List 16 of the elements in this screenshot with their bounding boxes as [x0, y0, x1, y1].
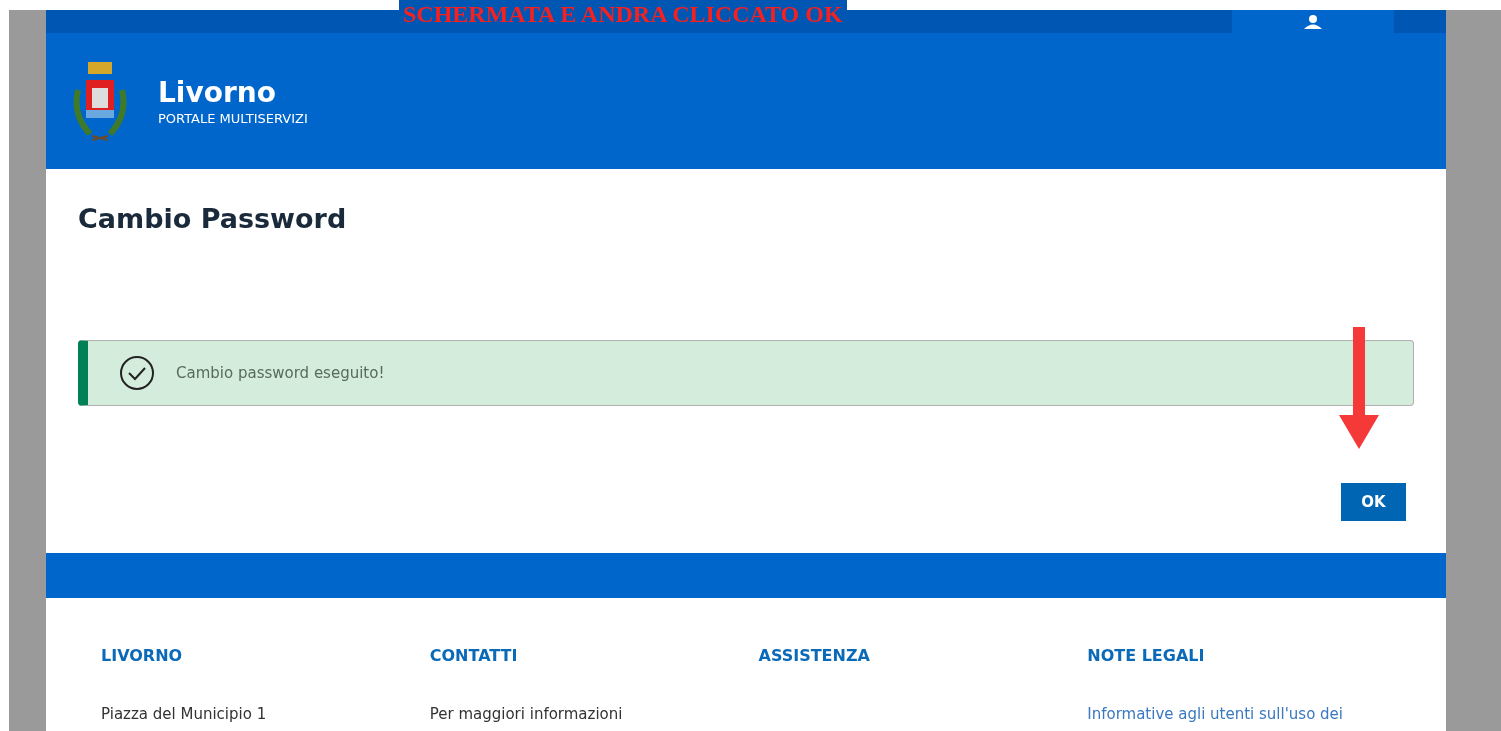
footer-heading: ASSISTENZA: [758, 646, 871, 665]
user-icon: [1302, 14, 1324, 29]
site-subtitle: PORTALE MULTISERVIZI: [158, 111, 308, 126]
site-title: Livorno: [158, 76, 277, 109]
alert-message: Cambio password eseguito!: [176, 364, 385, 382]
footer-heading: LIVORNO: [101, 646, 184, 665]
footer-link[interactable]: Informative agli utenti sull'uso dei: [1087, 705, 1416, 723]
footer-text: Per maggiori informazioni: [429, 705, 624, 723]
arrow-icon: [1339, 327, 1379, 449]
footer-text: Piazza del Municipio 1: [101, 705, 268, 723]
footer-heading: CONTATTI: [429, 646, 519, 665]
user-button[interactable]: [1232, 10, 1394, 33]
footer-heading: NOTE LEGALI: [1087, 646, 1206, 665]
check-circle-icon: [118, 354, 156, 392]
page-title: Cambio Password: [78, 202, 348, 236]
ok-button[interactable]: OK: [1341, 483, 1406, 521]
